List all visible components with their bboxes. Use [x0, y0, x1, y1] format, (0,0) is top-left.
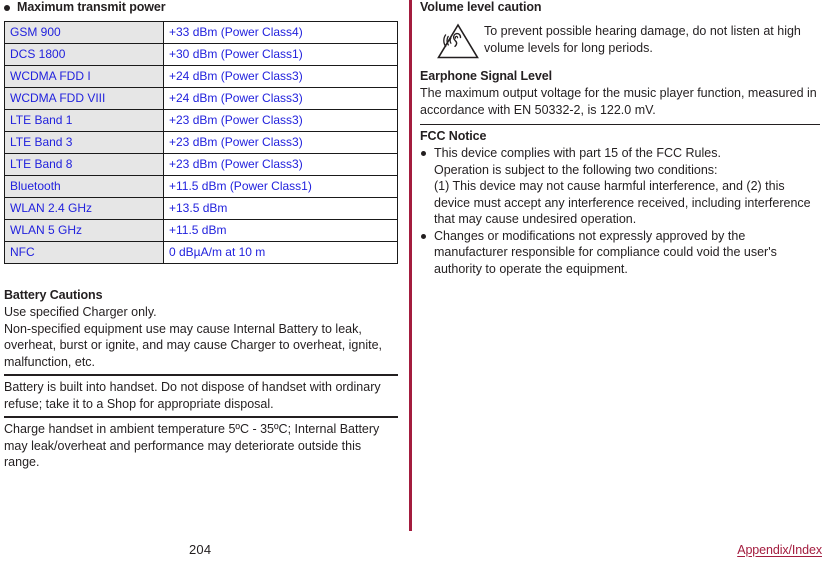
- battery-temperature-text: Charge handset in ambient temperature 5º…: [4, 422, 380, 469]
- table-cell-power: +11.5 dBm: [163, 219, 398, 242]
- table-row: WLAN 5 GHz +11.5 dBm: [4, 219, 398, 242]
- battery-cautions-divider-2: [4, 416, 398, 418]
- fcc-bullet-1-line-2: Operation is subject to the following tw…: [434, 162, 718, 177]
- battery-disposal-block: Battery is built into handset. Do not di…: [4, 379, 400, 412]
- max-transmit-power-table: GSM 900 +33 dBm (Power Class4) DCS 1800 …: [4, 21, 398, 264]
- table-body: GSM 900 +33 dBm (Power Class4) DCS 1800 …: [4, 21, 398, 264]
- table-row: NFC 0 dBµA/m at 10 m: [4, 241, 398, 264]
- list-item: Changes or modifications not expressly a…: [420, 228, 820, 278]
- battery-cautions-line-2: Non-specified equipment use may cause In…: [4, 321, 382, 369]
- table-cell-technology: Bluetooth: [4, 175, 164, 198]
- appendix-index-link[interactable]: Appendix/Index: [737, 543, 822, 557]
- fcc-bullet-2-line-1: Changes or modifications not expressly a…: [434, 228, 777, 276]
- bullet-icon: [421, 151, 426, 156]
- table-row: LTE Band 8 +23 dBm (Power Class3): [4, 153, 398, 176]
- ear-volume-warning-icon: [437, 23, 479, 59]
- battery-cautions-divider-1: [4, 374, 398, 376]
- battery-disposal-text: Battery is built into handset. Do not di…: [4, 380, 381, 411]
- table-cell-technology: LTE Band 3: [4, 131, 164, 154]
- table-row: LTE Band 3 +23 dBm (Power Class3): [4, 131, 398, 154]
- bullet-icon: [421, 233, 426, 239]
- earphone-signal-level-text: The maximum output voltage for the music…: [420, 86, 817, 117]
- volume-level-caution-heading: Volume level caution: [420, 0, 542, 14]
- table-cell-power: +30 dBm (Power Class1): [163, 43, 398, 66]
- earphone-signal-level-heading: Earphone Signal Level: [420, 69, 552, 83]
- right-column: Volume level caution To prevent possible…: [420, 0, 820, 277]
- table-row: LTE Band 1 +23 dBm (Power Class3): [4, 109, 398, 132]
- battery-cautions-heading: Battery Cautions: [4, 288, 103, 302]
- battery-cautions-line-1: Use specified Charger only.: [4, 305, 157, 319]
- table-row: Bluetooth +11.5 dBm (Power Class1): [4, 175, 398, 198]
- table-cell-power: +23 dBm (Power Class3): [163, 153, 398, 176]
- column-divider: [409, 0, 412, 531]
- table-row: WLAN 2.4 GHz +13.5 dBm: [4, 197, 398, 220]
- table-cell-technology: WLAN 2.4 GHz: [4, 197, 164, 220]
- table-row: GSM 900 +33 dBm (Power Class4): [4, 21, 398, 44]
- battery-cautions-section: Battery Cautions Use specified Charger o…: [4, 287, 400, 370]
- bullet-icon: [4, 5, 10, 11]
- table-cell-technology: DCS 1800: [4, 43, 164, 66]
- page-footer: 204 Appendix/Index: [0, 531, 828, 569]
- table-row: WCDMA FDD I +24 dBm (Power Class3): [4, 65, 398, 88]
- fcc-bullet-1-line-3: (1) This device may not cause harmful in…: [434, 179, 811, 226]
- fcc-notice-heading: FCC Notice: [420, 129, 487, 143]
- table-cell-power: +13.5 dBm: [163, 197, 398, 220]
- max-transmit-power-heading: Maximum transmit power: [4, 0, 400, 14]
- table-cell-power: +33 dBm (Power Class4): [163, 21, 398, 44]
- volume-warning-text: To prevent possible hearing damage, do n…: [484, 24, 801, 55]
- battery-temperature-block: Charge handset in ambient temperature 5º…: [4, 421, 400, 471]
- table-cell-power: 0 dBµA/m at 10 m: [163, 241, 398, 264]
- table-cell-power: +11.5 dBm (Power Class1): [163, 175, 398, 198]
- fcc-bullet-1-line-1: This device complies with part 15 of the…: [434, 146, 721, 160]
- table-cell-technology: WCDMA FDD I: [4, 65, 164, 88]
- table-cell-technology: WLAN 5 GHz: [4, 219, 164, 242]
- left-column: Maximum transmit power GSM 900 +33 dBm (…: [4, 0, 400, 471]
- page-number: 204: [189, 542, 212, 557]
- table-cell-power: +23 dBm (Power Class3): [163, 131, 398, 154]
- table-row: DCS 1800 +30 dBm (Power Class1): [4, 43, 398, 66]
- max-transmit-power-heading-text: Maximum transmit power: [17, 0, 166, 14]
- volume-warning-note: To prevent possible hearing damage, do n…: [420, 21, 820, 60]
- table-cell-technology: WCDMA FDD VIII: [4, 87, 164, 110]
- table-cell-power: +24 dBm (Power Class3): [163, 65, 398, 88]
- table-row: WCDMA FDD VIII +24 dBm (Power Class3): [4, 87, 398, 110]
- table-cell-technology: NFC: [4, 241, 164, 264]
- table-cell-technology: GSM 900: [4, 21, 164, 44]
- table-cell-technology: LTE Band 8: [4, 153, 164, 176]
- list-item: This device complies with part 15 of the…: [420, 145, 820, 228]
- table-cell-power: +24 dBm (Power Class3): [163, 87, 398, 110]
- table-cell-power: +23 dBm (Power Class3): [163, 109, 398, 132]
- table-cell-technology: LTE Band 1: [4, 109, 164, 132]
- fcc-notice-divider: [420, 124, 820, 125]
- fcc-notice-list: This device complies with part 15 of the…: [420, 145, 820, 277]
- manual-page: Maximum transmit power GSM 900 +33 dBm (…: [0, 0, 828, 569]
